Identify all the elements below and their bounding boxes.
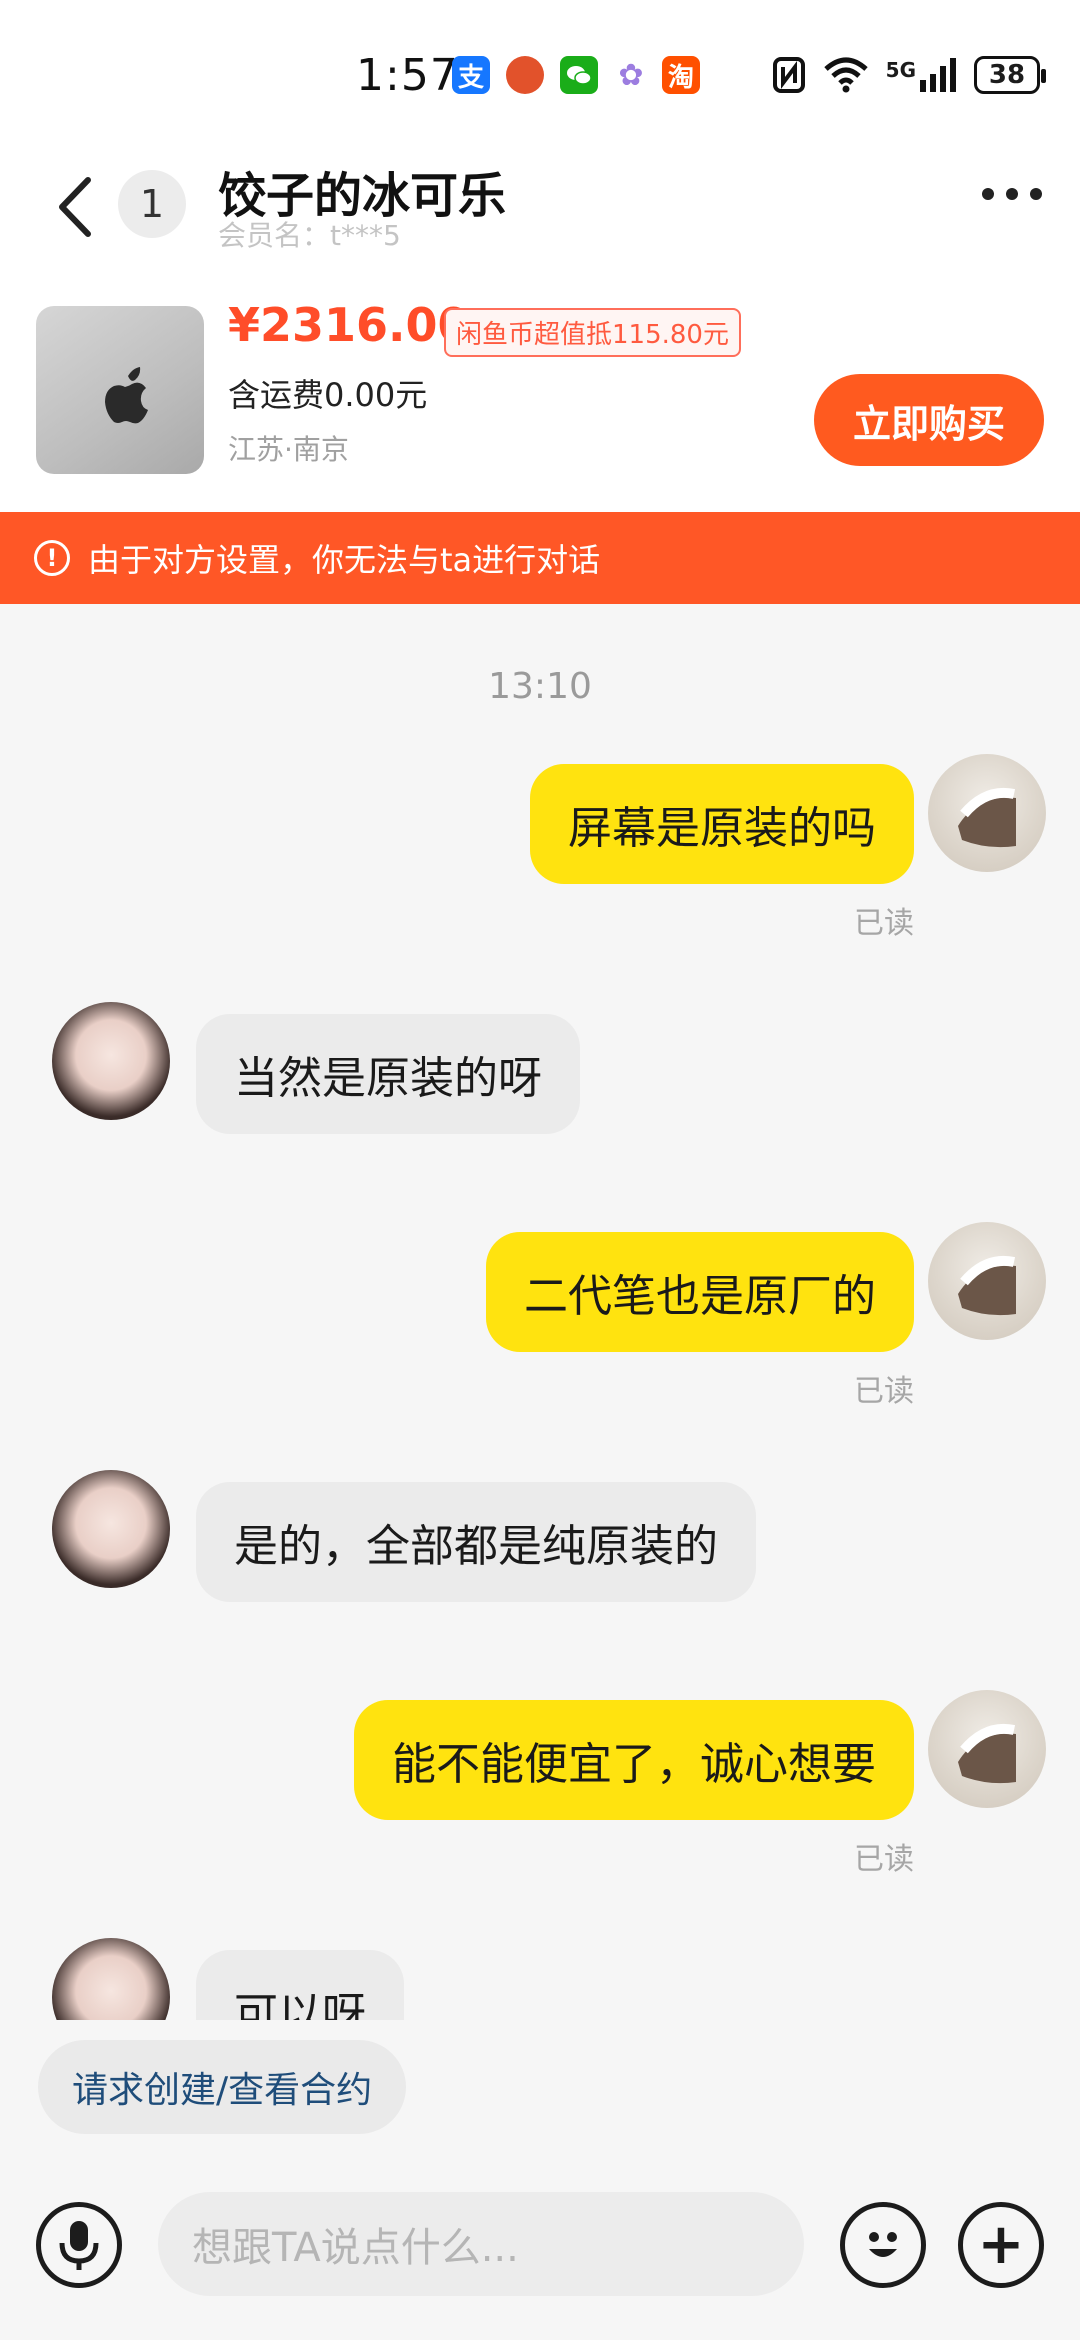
message-input[interactable]: 想跟TA说点什么... [158,2192,804,2296]
my-avatar[interactable] [928,1222,1046,1340]
back-button[interactable] [48,172,108,242]
chat-restriction-banner: ! 由于对方设置，你无法与ta进行对话 [0,512,1080,604]
message-input-bar: 想跟TA说点什么... + [0,2172,1080,2340]
more-dot-icon [1030,188,1042,200]
warning-text: 由于对方设置，你无法与ta进行对话 [88,541,601,579]
wechat-icon [560,56,598,94]
contact-avatar[interactable] [52,1002,170,1120]
chat-header: 1 饺子的冰可乐 会员名：t***5 [0,150,1080,290]
battery-indicator: 38 [974,56,1046,94]
outgoing-message[interactable]: 二代笔也是原厂的 [486,1232,914,1352]
more-options-button[interactable] [982,188,1042,200]
add-attachment-button[interactable]: + [958,2202,1044,2288]
outgoing-message[interactable]: 能不能便宜了，诚心想要 [354,1700,914,1820]
incoming-message[interactable]: 是的，全部都是纯原装的 [196,1482,756,1602]
taobao-icon: 淘 [662,56,700,94]
contact-avatar[interactable] [52,1470,170,1588]
contract-button[interactable]: 请求创建/查看合约 [38,2040,407,2134]
signal-icon: 5G [886,58,956,92]
read-receipt: 已读 [854,1842,914,1877]
my-avatar[interactable] [928,754,1046,872]
message-timestamp: 13:10 [488,666,592,707]
alert-icon: ! [34,540,70,576]
read-receipt: 已读 [854,906,914,941]
incoming-message[interactable]: 可以呀 [196,1950,404,2020]
chevron-left-icon [59,177,91,237]
more-dot-icon [982,188,994,200]
outgoing-message[interactable]: 屏幕是原装的吗 [530,764,914,884]
alipay-icon: 支 [452,56,490,94]
microphone-icon [59,2221,99,2270]
product-price: ¥2316.00 [228,298,470,352]
game-icon [506,56,544,94]
unread-count-badge[interactable]: 1 [118,170,186,238]
status-bar: 1:57 支 ✿ 淘 5G 38 [0,0,1080,150]
read-receipt: 已读 [854,1374,914,1409]
incoming-message[interactable]: 当然是原装的呀 [196,1014,580,1134]
plus-icon: + [977,2212,1025,2277]
status-time: 1:57 [356,50,459,101]
more-dot-icon [1006,188,1018,200]
coin-discount-tag: 闲鱼币超值抵115.80元 [444,308,741,357]
emoji-button[interactable] [840,2202,926,2288]
product-card[interactable]: ¥2316.00 闲鱼币超值抵115.80元 含运费0.00元 江苏·南京 立即… [0,290,1080,512]
contact-avatar[interactable] [52,1938,170,2020]
my-avatar[interactable] [928,1690,1046,1808]
chat-messages[interactable]: 13:10 屏幕是原装的吗 已读 当然是原装的呀 二代笔也是原厂的 已读 是的，… [0,604,1080,2020]
voice-input-button[interactable] [36,2202,122,2288]
buy-now-button[interactable]: 立即购买 [814,374,1044,466]
shipping-fee: 含运费0.00元 [228,376,428,414]
smiley-icon [869,2232,897,2257]
status-indicators: 5G 38 [772,56,1046,94]
nfc-icon [772,57,805,93]
apple-logo-icon [105,367,148,424]
product-thumbnail[interactable] [36,306,204,474]
photos-icon: ✿ [618,57,644,93]
seller-location: 江苏·南京 [228,433,349,466]
wifi-icon [823,57,868,93]
member-name: 会员名：t***5 [218,219,401,252]
